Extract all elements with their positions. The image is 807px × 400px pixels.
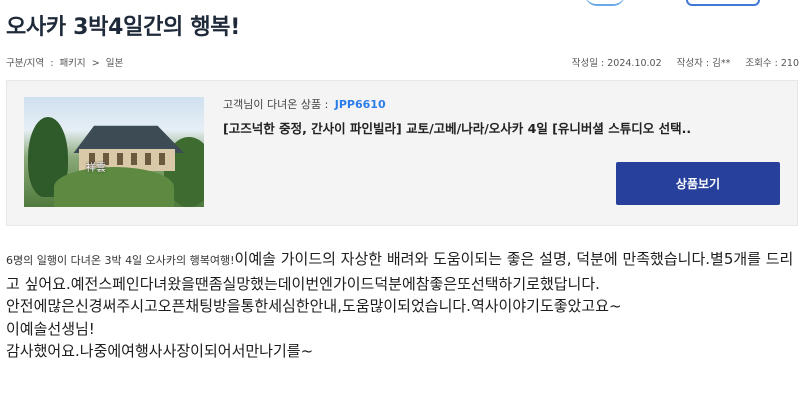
product-card: 祥雲 고객님이 다녀온 상품 : JPP6610 [고즈넉한 중정, 간사이 파… — [6, 80, 798, 226]
meta-row: 구분/지역 : 패키지 > 일본 작성일 : 2024.10.02 작성자 : … — [6, 55, 799, 69]
post-author: 작성자 : 김** — [676, 58, 731, 69]
thumb-roof — [73, 125, 184, 153]
product-title[interactable]: [고즈넉한 중정, 간사이 파인빌라] 교토/고베/나라/오사카 4일 [유니버… — [223, 118, 723, 137]
post-views: 조회수 : 210 — [745, 58, 799, 69]
product-thumbnail[interactable]: 祥雲 — [24, 97, 204, 207]
breadcrumb-separator: : — [50, 58, 54, 69]
breadcrumb-label: 구분/지역 — [6, 58, 45, 69]
breadcrumb: 구분/지역 : 패키지 > 일본 — [6, 55, 123, 69]
product-code: JPP6610 — [334, 98, 386, 111]
review-body: 6명의 일행이 다녀온 3박 4일 오사카의 행복여행!이예솔 가이드의 자상한… — [6, 248, 796, 363]
product-label-text: 고객님이 다녀온 상품 : — [223, 98, 329, 111]
breadcrumb-arrow: > — [91, 58, 100, 69]
page-title: 오사카 3박4일간의 행복! — [6, 15, 240, 40]
review-line-3: 이예솔선생님! — [6, 319, 95, 338]
header-decoration — [585, 0, 625, 6]
header-button-edge — [686, 0, 760, 6]
breadcrumb-item-package[interactable]: 패키지 — [59, 55, 85, 69]
view-product-button[interactable]: 상품보기 — [616, 162, 780, 205]
review-lead: 6명의 일행이 다녀온 3박 4일 오사카의 행복여행! — [6, 254, 235, 267]
post-info: 작성일 : 2024.10.02 작성자 : 김** 조회수 : 210 — [560, 55, 799, 69]
product-label: 고객님이 다녀온 상품 : JPP6610 — [223, 96, 386, 112]
breadcrumb-item-japan[interactable]: 일본 — [106, 55, 123, 69]
thumb-bush — [54, 167, 174, 207]
review-line-4: 감사했어요.나중에여행사사장이되어서만나기를~ — [6, 342, 314, 360]
thumb-caption: 祥雲 — [86, 163, 106, 174]
review-line-2: 안전에많은신경써주시고오픈채팅방을통한세심한안내,도움많이되었습니다.역사이야기… — [6, 297, 622, 315]
post-date: 작성일 : 2024.10.02 — [571, 58, 662, 69]
